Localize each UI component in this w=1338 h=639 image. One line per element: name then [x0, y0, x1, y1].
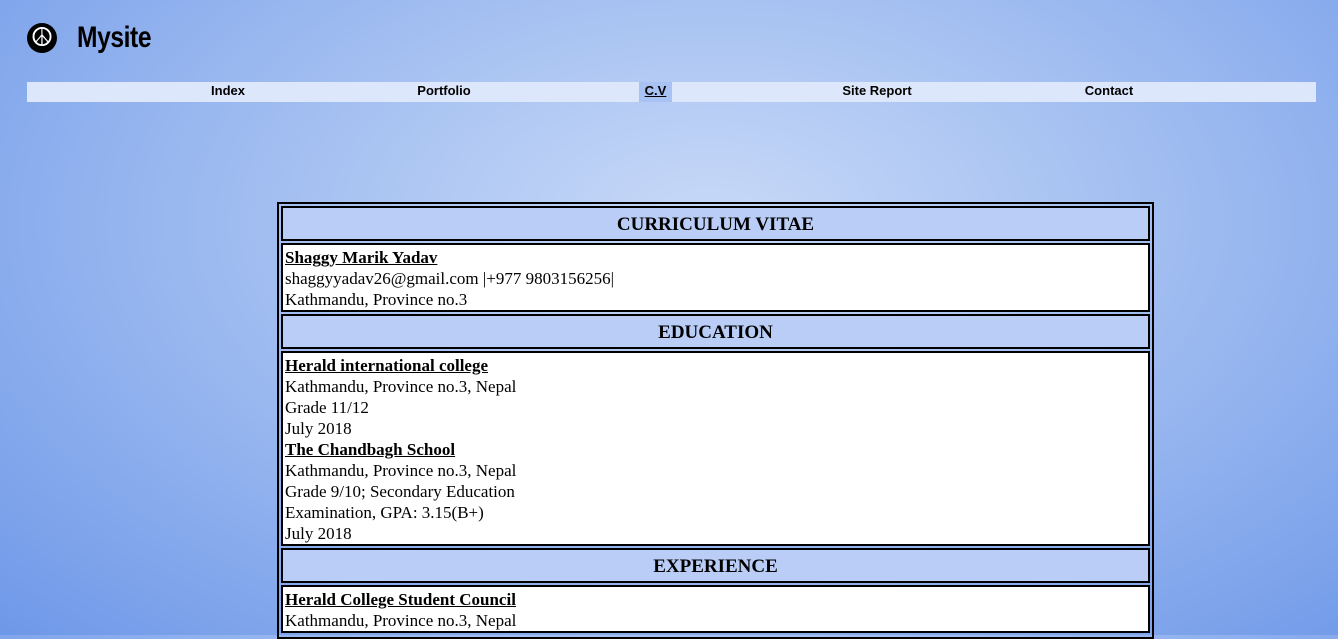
education-entry-line: Kathmandu, Province no.3, Nepal: [285, 461, 517, 480]
person-address: Kathmandu, Province no.3: [285, 290, 468, 309]
experience-entry-line: Kathmandu, Province no.3, Nepal: [285, 611, 517, 630]
education-entry-line: July 2018: [285, 524, 352, 543]
nav-link-index[interactable]: Index: [195, 82, 261, 102]
education-heading: EDUCATION: [281, 314, 1150, 349]
nav-link-cv[interactable]: C.V: [639, 82, 672, 102]
cv-title: CURRICULUM VITAE: [281, 206, 1150, 241]
site-title: Mysite: [77, 21, 152, 54]
peace-sign-icon: ☮: [27, 23, 57, 53]
person-contact: shaggyyadav26@gmail.com |+977 9803156256…: [285, 269, 615, 288]
education-entry-line: Examination, GPA: 3.15(B+): [285, 503, 484, 522]
nav-link-contact[interactable]: Contact: [1074, 82, 1144, 102]
personal-info-cell: Shaggy Marik Yadav shaggyyadav26@gmail.c…: [281, 243, 1150, 312]
nav-link-site-report[interactable]: Site Report: [825, 82, 929, 102]
education-entry-line: Grade 11/12: [285, 398, 369, 417]
education-entry-line: Kathmandu, Province no.3, Nepal: [285, 377, 517, 396]
experience-entry-name: Herald College Student Council: [285, 590, 516, 609]
cv-table: CURRICULUM VITAE Shaggy Marik Yadav shag…: [277, 202, 1154, 639]
experience-cell: Herald College Student Council Kathmandu…: [281, 585, 1150, 633]
education-entry-line: July 2018: [285, 419, 352, 438]
site-logo[interactable]: ☮ Mysite: [27, 18, 167, 58]
education-entry-name: Herald international college: [285, 356, 489, 375]
experience-heading: EXPERIENCE: [281, 548, 1150, 583]
person-name: Shaggy Marik Yadav: [285, 248, 438, 267]
education-entry-name: The Chandbagh School: [285, 440, 456, 459]
education-cell: Herald international college Kathmandu, …: [281, 351, 1150, 546]
education-entry-line: Grade 9/10; Secondary Education: [285, 482, 515, 501]
nav-bar: Index Portfolio C.V Site Report Contact: [27, 82, 1316, 102]
nav-link-portfolio[interactable]: Portfolio: [402, 82, 486, 102]
